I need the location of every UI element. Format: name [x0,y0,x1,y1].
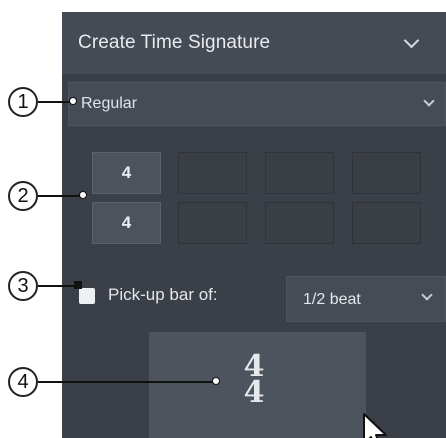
pickup-checkbox[interactable] [79,288,95,304]
type-select-value: Regular [81,95,138,112]
numerator-field-empty[interactable] [265,152,334,194]
denominator-field-empty[interactable] [265,202,334,244]
callout-leader [38,381,214,383]
numerator-field[interactable]: 4 [92,152,161,194]
callout-leader [38,195,80,197]
callout-dot [79,191,87,199]
time-signature-glyph-bottom: 4 [243,375,265,410]
create-time-signature-panel: Create Time Signature Regular 4 4 Pick-u… [62,12,446,438]
chevron-down-icon [421,289,433,301]
numerator-field-empty[interactable] [178,152,247,194]
time-signature-glyph: 4 4 [239,352,269,410]
callout-leader [38,285,76,287]
callout-dot [69,97,77,105]
figure: Create Time Signature Regular 4 4 Pick-u… [0,0,446,438]
callout-dot [212,377,220,385]
numerator-field-empty[interactable] [352,152,421,194]
callout-number: 3 [8,271,38,301]
callout-number: 1 [8,87,38,117]
callout-leader [38,101,70,103]
type-select[interactable]: Regular [68,82,446,126]
callout-marker [74,281,82,289]
denominator-field-empty[interactable] [352,202,421,244]
pickup-beat-value: 1/2 beat [303,291,361,308]
callout-number: 4 [8,367,38,397]
chevron-down-icon [423,95,435,107]
pickup-label: Pick-up bar of: [108,285,218,304]
panel-title: Create Time Signature [78,32,271,53]
denominator-field-empty[interactable] [178,202,247,244]
mouse-pointer-icon [363,413,387,438]
panel-header[interactable]: Create Time Signature [62,12,446,74]
pickup-beat-select[interactable]: 1/2 beat [286,276,446,322]
callout-number: 2 [8,181,38,211]
chevron-down-icon[interactable] [403,32,420,49]
create-time-signature-button[interactable]: 4 4 [149,332,366,438]
denominator-field[interactable]: 4 [92,202,161,244]
